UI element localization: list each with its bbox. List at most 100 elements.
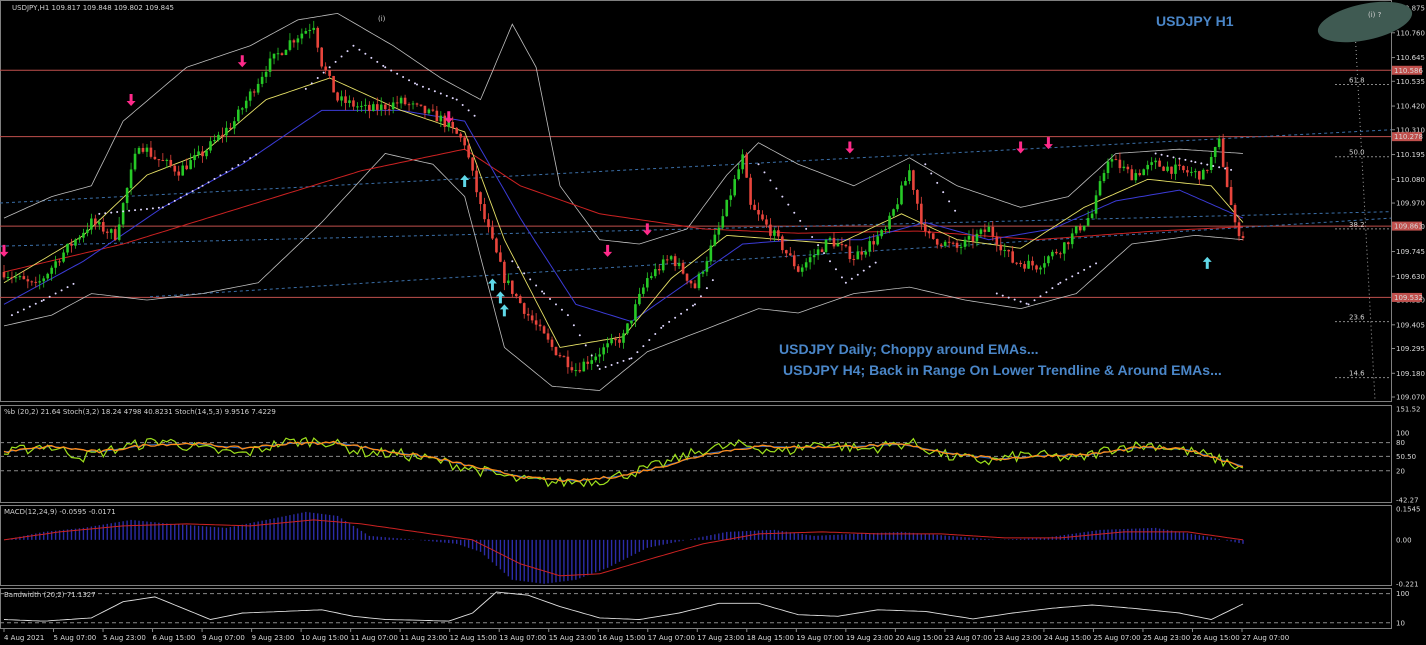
candle-body [562, 356, 566, 358]
stoch-panel-frame [0, 405, 1392, 503]
wave-label: (i) [378, 15, 386, 23]
candle-body [669, 256, 673, 260]
candle-body [574, 370, 578, 372]
candle-body [197, 151, 200, 156]
psar-dot [249, 157, 252, 160]
psar-dot [1007, 296, 1010, 299]
candle-body [884, 228, 887, 231]
psar-dot [408, 79, 411, 82]
time-tick-label: 5 Aug 07:00 [54, 634, 97, 642]
candle-body [98, 222, 101, 225]
candle-body [304, 31, 308, 34]
candle-body [749, 177, 752, 205]
candle-body [101, 222, 105, 232]
psar-dot [1013, 298, 1016, 301]
candle-body [14, 277, 18, 279]
candle-body [332, 75, 335, 93]
candle-body [427, 109, 431, 114]
candle-body [951, 242, 955, 244]
stoch-k-line [3, 436, 1244, 488]
candle-body [495, 238, 498, 253]
candle-body [967, 235, 971, 240]
candle-body [1201, 169, 1205, 180]
psar-dot [596, 364, 599, 367]
macd-title: MACD(12,24,9) -0.0595 -0.0171 [4, 508, 116, 516]
candle-body [372, 104, 375, 112]
candle-body [757, 209, 760, 215]
time-tick-label: 26 Aug 15:00 [1192, 634, 1239, 642]
price-tick-label: 109.630 [1396, 273, 1425, 281]
candle-body [407, 104, 411, 106]
candle-body [121, 203, 125, 225]
candle-body [443, 115, 447, 127]
candle-body [526, 313, 530, 316]
candle-body [264, 71, 268, 77]
candle-body [46, 273, 49, 279]
candle-body [1055, 251, 1058, 254]
psar-dot [433, 90, 436, 93]
candle-body [78, 237, 81, 240]
psar-dot [340, 55, 343, 58]
stoch-tick-label: 80 [1396, 439, 1405, 447]
candle-body [904, 181, 907, 186]
psar-dot [72, 282, 75, 285]
candle-body [1090, 213, 1094, 219]
time-tick-label: 13 Aug 07:00 [499, 634, 546, 642]
candle-body [868, 241, 872, 252]
psar-dot [255, 153, 258, 156]
psar-dot [197, 186, 200, 189]
signal-arrows [0, 55, 1212, 317]
candle-body [181, 165, 185, 176]
candle-body [514, 293, 518, 297]
candle-body [820, 249, 824, 253]
candle-body [1237, 222, 1241, 237]
psar-dot [523, 272, 526, 275]
up-arrow-icon [499, 304, 509, 317]
psar-dot [1154, 152, 1157, 155]
stoch-title: %b (20,2) 21.64 Stoch(3,2) 18.24 4798 40… [4, 408, 276, 416]
candle-body [753, 204, 756, 210]
candle-body [1146, 164, 1149, 170]
candle-body [872, 241, 875, 245]
candle-body [272, 53, 276, 59]
candle-body [205, 150, 208, 157]
candle-body [145, 147, 149, 152]
candle-body [737, 169, 740, 180]
price-chart[interactable]: 61.850.038.223.614.6 151.521008050.5020-… [0, 0, 1426, 645]
time-tick-label: 23 Aug 07:00 [945, 634, 992, 642]
candle-body [1178, 164, 1181, 166]
psar-dot [225, 170, 228, 173]
price-tick-label: 109.405 [1396, 321, 1425, 329]
psar-dot [157, 206, 160, 209]
down-arrow-icon [237, 55, 247, 68]
candle-body [896, 204, 899, 210]
candle-body [1035, 265, 1038, 270]
bandwidth-panel: 100 10 [0, 590, 1409, 627]
candle-body [276, 53, 280, 55]
candle-body [566, 356, 570, 368]
psar-dot [60, 289, 63, 292]
candle-body [1011, 251, 1014, 263]
candle-body [30, 281, 34, 283]
level-tag: 110.278 [1394, 133, 1423, 141]
candle-body [832, 237, 836, 247]
psar-dot [1224, 167, 1227, 170]
candle-body [761, 214, 764, 220]
candle-body [987, 226, 991, 232]
time-tick-label: 9 Aug 07:00 [202, 634, 245, 642]
candle-body [594, 356, 598, 361]
psar-dot [1033, 299, 1036, 302]
psar-dot [451, 97, 454, 100]
candle-body [149, 147, 153, 157]
time-tick-label: 15 Aug 23:00 [549, 634, 596, 642]
candle-body [804, 262, 808, 268]
psar-dot [844, 281, 847, 284]
candle-body [554, 346, 558, 356]
psar-dot [104, 212, 107, 215]
candle-body [530, 315, 534, 321]
psar-dot [66, 286, 69, 289]
candle-body [248, 91, 252, 101]
candle-body [618, 339, 621, 343]
bandwidth-line [3, 591, 1244, 622]
psar-dot [817, 244, 820, 247]
